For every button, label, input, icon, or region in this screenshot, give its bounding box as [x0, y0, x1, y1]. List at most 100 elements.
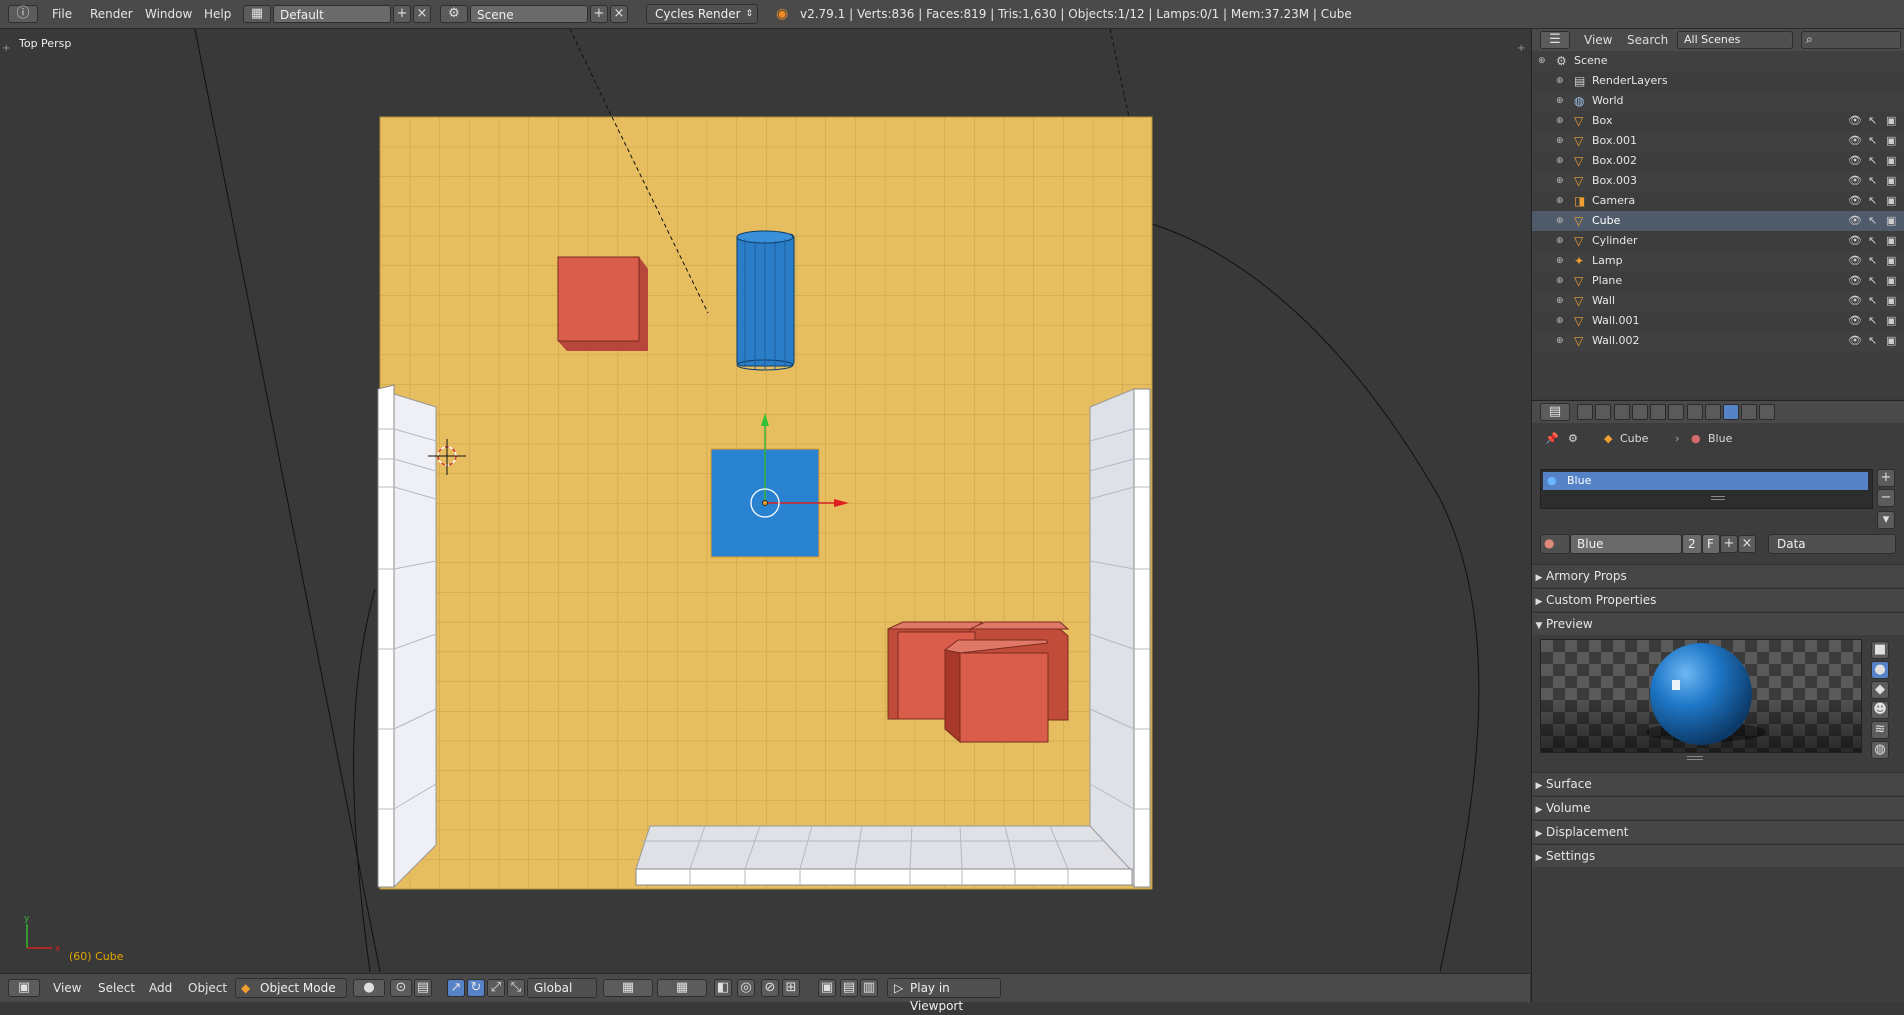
outliner-row[interactable]: ⊕ ◍ World — [1532, 91, 1904, 111]
renderability-camera-icon[interactable]: ▣ — [1886, 111, 1896, 131]
menu-view[interactable]: View — [53, 974, 81, 1002]
outliner-row[interactable]: ⊕ ⚙ Scene — [1532, 51, 1904, 71]
renderability-camera-icon[interactable]: ▣ — [1886, 171, 1896, 191]
manipulator-toggle-icon[interactable]: ▤ — [414, 979, 432, 997]
selectability-cursor-icon[interactable]: ↖ — [1868, 111, 1877, 131]
outliner-item-label[interactable]: Scene — [1574, 51, 1608, 71]
selectability-cursor-icon[interactable]: ↖ — [1868, 191, 1877, 211]
outliner-editor[interactable]: ☰ View Search All Scenes ⌕ ⊕ ⚙ Scene ⊕ ▤ Rend… — [1531, 29, 1904, 399]
tab-material-icon[interactable] — [1723, 404, 1739, 420]
menu-help[interactable]: Help — [204, 0, 231, 28]
expand-toggle-icon[interactable]: ⊕ — [1556, 111, 1564, 131]
outliner-item-label[interactable]: World — [1592, 91, 1624, 111]
preview-world-sphere-icon[interactable]: ◍ — [1871, 741, 1889, 759]
fake-user-toggle[interactable]: F — [1702, 534, 1720, 554]
menu-window[interactable]: Window — [145, 0, 192, 28]
outliner-item-label[interactable]: RenderLayers — [1592, 71, 1668, 91]
visibility-eye-icon[interactable]: 👁 — [1848, 331, 1862, 351]
snap-toggle-icon[interactable]: ⊘ — [761, 979, 779, 997]
panel-preview[interactable]: ▼ Preview — [1532, 612, 1904, 635]
pivot-point-icon[interactable]: ⊙ — [390, 979, 412, 997]
translate-manipulator-icon[interactable]: ↗ — [447, 979, 465, 997]
scale-manipulator-icon[interactable]: ⤢ — [487, 979, 505, 997]
material-slot-list[interactable]: ● Blue — [1540, 469, 1873, 509]
layer-lock-icon[interactable]: ◧ — [714, 979, 732, 997]
add-screen-button[interactable]: + — [393, 5, 411, 23]
screen-layout-field[interactable]: Default — [273, 5, 391, 23]
delete-screen-button[interactable]: × — [413, 5, 431, 23]
outliner-item-label[interactable]: Box.002 — [1592, 151, 1637, 171]
editor-type-info-icon[interactable]: ⓘ — [8, 5, 38, 23]
expand-toggle-icon[interactable]: ⊕ — [1556, 131, 1564, 151]
preview-resize-handle[interactable] — [1687, 756, 1703, 760]
selectability-cursor-icon[interactable]: ↖ — [1868, 211, 1877, 231]
proportional-edit-icon[interactable]: ◎ — [737, 979, 755, 997]
outliner-display-mode-dropdown[interactable]: All Scenes — [1677, 31, 1793, 49]
expand-toggle-icon[interactable]: ⊕ — [1556, 151, 1564, 171]
preview-cube-icon[interactable]: ◆ — [1871, 681, 1889, 699]
outliner-row[interactable]: ⊕ ◨ Camera 👁 ↖ ▣ — [1532, 191, 1904, 211]
visibility-eye-icon[interactable]: 👁 — [1848, 251, 1862, 271]
visibility-eye-icon[interactable]: 👁 — [1848, 211, 1862, 231]
renderability-camera-icon[interactable]: ▣ — [1886, 131, 1896, 151]
renderability-camera-icon[interactable]: ▣ — [1886, 151, 1896, 171]
opengl-render-icon[interactable]: ▣ — [818, 979, 836, 997]
opengl-render-animation-icon[interactable]: ▤ — [840, 979, 858, 997]
layer-buttons-group-1[interactable]: ▦ — [603, 979, 653, 997]
expand-toggle-icon[interactable]: ⊕ — [1556, 251, 1564, 271]
outliner-menu-search[interactable]: Search — [1627, 29, 1668, 51]
new-material-button[interactable]: + — [1720, 535, 1738, 553]
outliner-row[interactable]: ⊕ ▽ Box.001 👁 ↖ ▣ — [1532, 131, 1904, 151]
3d-viewport[interactable]: Top Persp y x + + (60) Cube — [0, 29, 1530, 972]
renderability-camera-icon[interactable]: ▣ — [1886, 231, 1896, 251]
outliner-item-label[interactable]: Wall.001 — [1592, 311, 1640, 331]
outliner-row[interactable]: ⊕ ▽ Box.002 👁 ↖ ▣ — [1532, 151, 1904, 171]
material-slot-row[interactable]: ● Blue — [1543, 472, 1868, 490]
panel-armory-props[interactable]: ▶ Armory Props — [1532, 564, 1904, 587]
outliner-row[interactable]: ⊕ ▽ Cylinder 👁 ↖ ▣ — [1532, 231, 1904, 251]
wall-bottom[interactable] — [635, 825, 1133, 886]
outliner-row[interactable]: ⊕ ▽ Plane 👁 ↖ ▣ — [1532, 271, 1904, 291]
material-users-count[interactable]: 2 — [1682, 534, 1702, 554]
renderability-camera-icon[interactable]: ▣ — [1886, 211, 1896, 231]
panel-surface[interactable]: ▶ Surface — [1532, 772, 1904, 795]
outliner-item-label[interactable]: Box — [1592, 111, 1612, 131]
tab-renderlayers-icon[interactable] — [1595, 404, 1611, 420]
tab-render-icon[interactable] — [1577, 404, 1593, 420]
tab-object-icon[interactable] — [1650, 404, 1666, 420]
outliner-menu-view[interactable]: View — [1584, 29, 1612, 51]
selectability-cursor-icon[interactable]: ↖ — [1868, 311, 1877, 331]
rotate-manipulator-icon[interactable]: ↻ — [467, 979, 485, 997]
visibility-eye-icon[interactable]: 👁 — [1848, 271, 1862, 291]
delete-scene-button[interactable]: × — [610, 5, 628, 23]
play-in-viewport-button[interactable]: ▷ Play in Viewport — [887, 978, 1001, 1013]
expand-toggle-icon[interactable]: ⊕ — [1556, 231, 1564, 251]
outliner-row[interactable]: ⊕ ▽ Box.003 👁 ↖ ▣ — [1532, 171, 1904, 191]
panel-custom-properties[interactable]: ▶ Custom Properties — [1532, 588, 1904, 611]
outliner-row[interactable]: ⊕ ▽ Box 👁 ↖ ▣ — [1532, 111, 1904, 131]
panel-settings[interactable]: ▶ Settings — [1532, 844, 1904, 867]
outliner-item-label[interactable]: Wall.002 — [1592, 331, 1640, 351]
tab-data-icon[interactable] — [1705, 404, 1721, 420]
renderability-camera-icon[interactable]: ▣ — [1886, 271, 1896, 291]
pin-icon[interactable]: 📌 — [1545, 429, 1559, 449]
selectability-cursor-icon[interactable]: ↖ — [1868, 231, 1877, 251]
selectability-cursor-icon[interactable]: ↖ — [1868, 331, 1877, 351]
outliner-item-label[interactable]: Wall — [1592, 291, 1615, 311]
visibility-eye-icon[interactable]: 👁 — [1848, 151, 1862, 171]
outliner-row[interactable]: ⊕ ▽ Wall.002 👁 ↖ ▣ — [1532, 331, 1904, 351]
tab-scene-icon[interactable] — [1614, 404, 1630, 420]
visibility-eye-icon[interactable]: 👁 — [1848, 291, 1862, 311]
scene-icon[interactable]: ⚙ — [440, 5, 468, 23]
editor-type-3dview-icon[interactable]: ▣ — [8, 979, 40, 997]
material-browse-button[interactable]: ● — [1540, 534, 1570, 554]
renderability-camera-icon[interactable]: ▣ — [1886, 311, 1896, 331]
unlink-material-button[interactable]: × — [1738, 535, 1756, 553]
menu-file[interactable]: File — [52, 0, 72, 28]
preview-hair-icon[interactable]: ≋ — [1871, 721, 1889, 739]
panel-volume[interactable]: ▶ Volume — [1532, 796, 1904, 819]
cylinder-object[interactable] — [736, 230, 795, 371]
viewport-shading-icon[interactable]: ● — [353, 979, 385, 997]
selectability-cursor-icon[interactable]: ↖ — [1868, 131, 1877, 151]
selectability-cursor-icon[interactable]: ↖ — [1868, 171, 1877, 191]
